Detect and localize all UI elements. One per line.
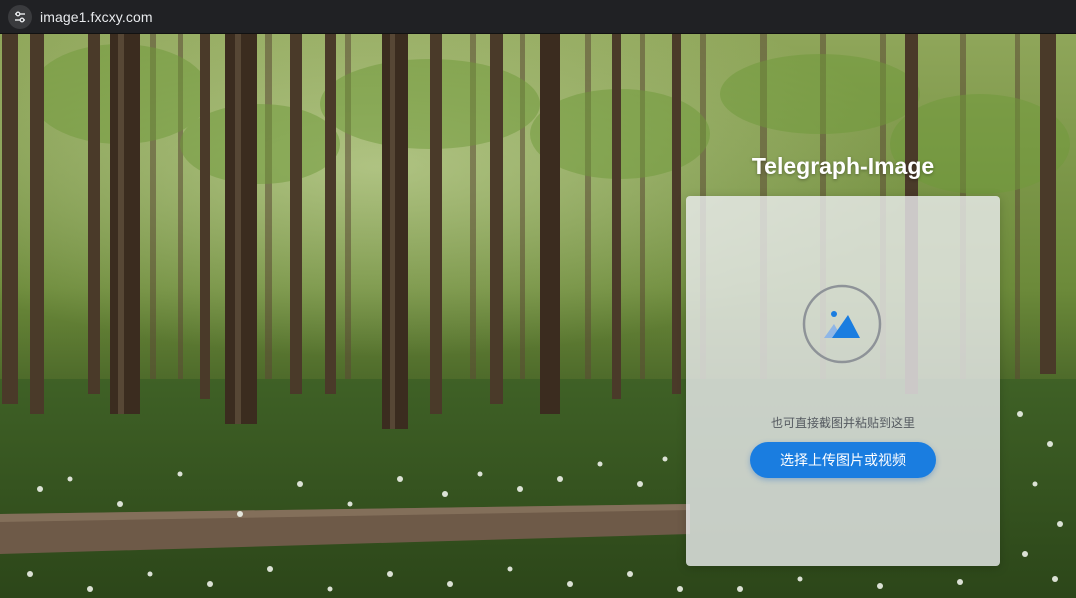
page-title: Telegraph-Image [751, 153, 935, 179]
browser-address-bar: image1.fxcxy.com [0, 0, 1076, 34]
upload-dropzone[interactable]: 也可直接截图并粘贴到这里 选择上传图片或视频 [686, 196, 1000, 566]
tune-icon[interactable] [8, 4, 32, 29]
url-text[interactable]: image1.fxcxy.com [40, 9, 153, 25]
image-upload-icon[interactable] [802, 284, 882, 364]
select-upload-button[interactable]: 选择上传图片或视频 [750, 442, 936, 478]
paste-hint: 也可直接截图并粘贴到这里 [770, 416, 915, 430]
